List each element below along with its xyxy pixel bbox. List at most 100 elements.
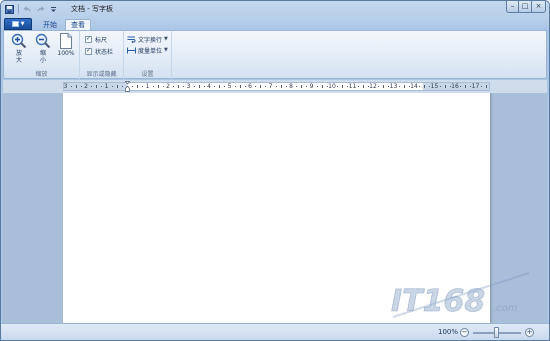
ruler-number: 17 (471, 83, 480, 90)
ruler-number: 5 (227, 83, 232, 90)
redo-icon[interactable] (35, 4, 46, 15)
ruler-number: 7 (268, 83, 273, 90)
ruler-tick (388, 86, 390, 87)
zoom-percent: 100% (438, 328, 459, 336)
ruler-number: 3 (63, 83, 68, 90)
ruler[interactable]: 3 2 1 1 2 3 4 5 6 7 8 9 10 11 12 13 14 15 16 17 (63, 81, 490, 93)
zoom-in-button[interactable]: 放大 (8, 33, 30, 69)
ruler-tick (198, 85, 200, 88)
page-icon (60, 33, 72, 49)
ruler-tick (162, 86, 164, 87)
customize-dropdown-icon[interactable] (48, 4, 59, 15)
tab-view[interactable]: 查看 (65, 19, 91, 30)
chevron-down-icon: ▼ (20, 21, 25, 27)
zoom-in-slider-button[interactable]: + (525, 328, 534, 337)
ruler-tick (142, 86, 144, 87)
ruler-tick (70, 86, 72, 87)
ruler-bar: 3 2 1 1 2 3 4 5 6 7 8 9 10 11 12 13 14 15 16 17 (3, 80, 547, 93)
ruler-tick (419, 86, 421, 87)
ruler-tick (326, 86, 328, 87)
indent-marker-icon[interactable] (125, 81, 130, 93)
ruler-tick (132, 86, 134, 87)
ruler-checkbox[interactable]: ✓ (85, 35, 92, 43)
ruler-tick (367, 86, 369, 87)
ruler-tick (347, 86, 349, 87)
zoom-out-icon (35, 33, 51, 49)
show-hide-group: ✓ 标尺 ✓ 状态栏 显示或隐藏 (80, 31, 124, 79)
ruler-tick (301, 85, 303, 88)
maximize-button[interactable]: □ (519, 1, 532, 13)
zoom-in-label: 放大 (15, 50, 22, 64)
ruler-tick (378, 86, 380, 87)
settings-group-label: 设置 (141, 71, 154, 78)
ruler-number: 1 (104, 83, 109, 90)
zoom-out-label: 缩小 (39, 50, 46, 64)
ruler-tick (91, 86, 93, 87)
ruler-tick (465, 85, 467, 88)
undo-icon[interactable] (22, 4, 33, 15)
tab-home[interactable]: 开始 (37, 19, 63, 30)
ruler-tick (485, 85, 487, 88)
ruler-tick (193, 86, 195, 87)
ruler-number: 10 (328, 83, 336, 90)
zoom-out-button[interactable]: 缩小 (32, 33, 54, 69)
ruler-tick (383, 85, 385, 88)
minimize-button[interactable]: – (506, 1, 519, 13)
measurement-units-label: 度量单位 (138, 47, 163, 55)
ruler-checkbox-row[interactable]: ✓ 标尺 (85, 34, 107, 44)
ruler-tick (342, 85, 344, 88)
statusbar-checkbox[interactable]: ✓ (85, 47, 92, 55)
status-bar: 100% − + (1, 323, 549, 340)
toolbar-separator (18, 4, 19, 14)
word-wrap-icon (127, 36, 136, 43)
measurement-units-icon (127, 47, 136, 53)
ruler-tick (362, 85, 364, 88)
ruler-number: 9 (309, 83, 314, 90)
save-icon[interactable] (4, 4, 15, 15)
ruler-tick (424, 85, 426, 88)
ruler-number: 15 (430, 83, 439, 90)
ruler-tick (157, 85, 159, 88)
document-page[interactable] (63, 93, 490, 323)
ruler-tick (260, 85, 262, 88)
ruler-tick (470, 86, 472, 87)
ruler-tick (111, 86, 113, 87)
word-wrap-button[interactable]: 文字换行 ▼ (127, 34, 168, 44)
ruler-tick (449, 86, 451, 87)
ruler-number: 4 (207, 83, 211, 90)
ruler-tick (439, 86, 441, 87)
application-menu-button[interactable]: ▼ (4, 18, 32, 30)
ruler-tick (337, 86, 339, 87)
ruler-tick (80, 86, 82, 87)
ruler-tick (239, 85, 241, 88)
ruler-number: 11 (348, 83, 357, 90)
chevron-down-icon: ▼ (164, 36, 168, 42)
statusbar-checkbox-row[interactable]: ✓ 状态栏 (85, 46, 113, 56)
ruler-number: 3 (186, 83, 191, 90)
ruler-tick (152, 86, 154, 87)
ruler-tick (224, 86, 226, 87)
measurement-units-button[interactable]: 度量单位 ▼ (127, 45, 168, 55)
ruler-tick (214, 86, 216, 87)
ruler-tick (460, 86, 462, 87)
ruler-tick (116, 85, 118, 88)
document-icon (11, 21, 19, 27)
ruler-tick (480, 86, 482, 87)
close-button[interactable]: × (532, 1, 546, 13)
ruler-tick (75, 85, 77, 88)
ruler-tick (137, 85, 139, 88)
ruler-tick (173, 86, 175, 87)
zoom-out-slider-button[interactable]: − (460, 328, 469, 337)
ruler-number: 8 (289, 83, 293, 90)
actual-size-label: 100% (57, 50, 75, 57)
ruler-tick (234, 86, 236, 87)
zoom-slider-thumb[interactable] (494, 327, 499, 338)
ruler-tick (408, 86, 410, 87)
ruler-tick (178, 85, 180, 88)
ruler-tick (444, 85, 446, 88)
ruler-tick (398, 86, 400, 87)
zoom-in-icon (11, 33, 27, 49)
actual-size-button[interactable]: 100% (55, 33, 77, 69)
show-hide-group-label: 显示或隐藏 (86, 71, 117, 78)
ruler-tick (403, 85, 405, 88)
